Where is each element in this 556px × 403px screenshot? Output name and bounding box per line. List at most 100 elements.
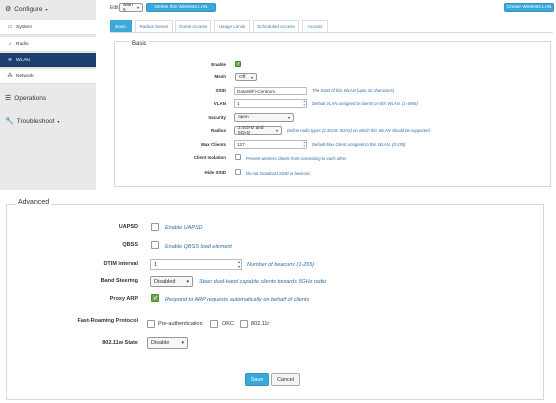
wlan-select[interactable]: wlan 5 ▾	[119, 2, 143, 13]
caret-down-icon: ▾	[57, 118, 60, 124]
dot11w-select[interactable]: Disable ▾	[147, 337, 188, 349]
proxy-arp-label: Proxy ARP	[109, 296, 138, 302]
radios-label: Radios	[210, 128, 226, 133]
max-clients-help: Default Max Client assigned to this WLAN…	[312, 142, 406, 147]
chevron-down-icon: ▾	[250, 74, 253, 80]
sidebar-item-wlan[interactable]: ≋ WLAN	[0, 53, 96, 68]
chevron-down-icon: ▾	[275, 128, 278, 133]
tab-usage-limits[interactable]: Usage Limits	[214, 20, 250, 32]
network-icon: ⁂	[7, 73, 13, 79]
dtim-help: Number of beacons (1-255)	[247, 262, 315, 268]
vlan-input[interactable]: 1 ▴ ▾	[234, 99, 307, 108]
max-clients-value: 127	[237, 142, 245, 147]
tab-access[interactable]: Access	[302, 20, 328, 32]
uapsd-help: Enable UAPSD	[165, 225, 203, 231]
enable-checkbox[interactable]	[235, 61, 241, 67]
spinner-icon[interactable]: ▴ ▾	[303, 99, 305, 107]
basic-legend: Basic	[130, 41, 149, 47]
nav-operations-label: Operations	[14, 94, 47, 102]
tab-scheduled-access[interactable]: Scheduled Access	[253, 20, 299, 32]
sidebar-item-radio[interactable]: ♪ Radio	[0, 37, 96, 52]
create-wlan-button[interactable]: Create Wireless LAN	[504, 3, 554, 12]
spinner-icon[interactable]: ▴ ▾	[303, 140, 305, 148]
mesh-label: Mesh	[214, 74, 226, 79]
dot11w-label: 802.11w State	[102, 340, 138, 346]
tab-divider	[110, 32, 553, 33]
dot11r-label: 802.11r	[251, 321, 270, 327]
caret-down-icon: ▾	[45, 6, 48, 12]
list-icon: ☰	[5, 95, 12, 102]
chevron-down-icon: ▾	[136, 5, 139, 10]
monitor-icon: ▭	[7, 24, 13, 30]
wlan-select-value: wlan 5	[123, 2, 133, 13]
okc-checkbox[interactable]	[210, 320, 218, 328]
spinner-icon[interactable]: ▴ ▾	[238, 259, 240, 269]
hide-ssid-label: Hide SSID	[204, 170, 226, 175]
sidebar-item-system[interactable]: ▭ System	[0, 20, 96, 35]
sidebar: ⚙ Configure ▾ ▭ System ♪ Radio ≋ WLAN ⁂ …	[0, 0, 96, 190]
delete-wlan-button[interactable]: Delete this Wireless LAN	[146, 3, 216, 12]
dtim-value: 1	[154, 261, 158, 268]
enable-label: Enable	[211, 62, 226, 67]
tab-basic[interactable]: Basic	[110, 20, 132, 32]
security-select[interactable]: open ▾	[234, 113, 294, 122]
pre-authentication-label: Pre-authentication	[158, 321, 203, 327]
radio-icon: ♪	[8, 41, 12, 47]
chevron-down-icon: ▾	[181, 340, 184, 346]
client-isolation-help: Prevent wireless clients from connecting…	[246, 156, 347, 161]
band-steering-help: Steer dual-band capable clients towards …	[199, 279, 327, 285]
hide-ssid-help: Do not broadcast SSID in beacons	[246, 171, 311, 176]
security-label: Security	[208, 115, 226, 120]
sidebar-item-network[interactable]: ⁂ Network	[0, 69, 96, 84]
qbss-help: Enable QBSS load element	[165, 244, 232, 250]
band-steering-value: Disabled	[154, 278, 176, 285]
dtim-label: DTIM interval	[103, 261, 138, 267]
sidebar-item-label: System	[16, 24, 32, 30]
client-isolation-checkbox[interactable]	[235, 154, 241, 160]
dot11w-value: Disable	[151, 340, 170, 346]
hide-ssid-checkbox[interactable]	[235, 169, 241, 175]
edit-label: Edit	[110, 5, 119, 11]
chevron-down-icon: ▾	[287, 115, 290, 120]
security-select-value: open	[238, 115, 249, 120]
radios-select-value: 2.4GHz and 5GHz	[238, 125, 264, 136]
fast-roaming-label: Fast-Roaming Protocol	[77, 318, 138, 324]
vlan-value: 1	[237, 101, 240, 106]
mesh-select[interactable]: Off ▾	[235, 73, 257, 81]
sidebar-item-label: Network	[16, 73, 34, 79]
sidebar-item-label: Radio	[16, 41, 29, 47]
band-steering-select[interactable]: Disabled ▾	[150, 276, 193, 287]
nav-configure-label: Configure	[14, 5, 43, 13]
vlan-help: Default VLAN assigned to clients on this…	[312, 101, 418, 106]
client-isolation-label: Client Isolation	[193, 155, 226, 160]
nav-operations[interactable]: ☰ Operations	[0, 89, 96, 107]
nav-troubleshoot[interactable]: 🔧 Troubleshoot ▾	[0, 112, 96, 130]
gear-icon: ⚙	[5, 6, 12, 13]
max-clients-label: Max Clients	[200, 142, 226, 147]
mesh-select-value: Off	[239, 74, 246, 80]
proxy-arp-help: Respond to ARP requests automatically on…	[165, 297, 310, 303]
chevron-down-icon: ▾	[186, 278, 189, 285]
uapsd-label: UAPSD	[118, 224, 138, 230]
advanced-legend: Advanced	[16, 199, 52, 206]
cancel-button[interactable]: Cancel	[271, 373, 300, 386]
nav-configure[interactable]: ⚙ Configure ▾	[0, 0, 96, 18]
ssid-input[interactable]: DataWiFi-Centrum	[234, 87, 307, 95]
ssid-label: SSID	[215, 88, 226, 93]
wifi-icon: ≋	[7, 57, 13, 63]
proxy-arp-checkbox[interactable]	[151, 294, 159, 302]
dot11r-checkbox[interactable]	[240, 320, 248, 328]
tab-radius-server[interactable]: Radius Server	[135, 20, 173, 32]
qbss-label: QBSS	[122, 242, 138, 248]
max-clients-input[interactable]: 127 ▴ ▾	[234, 140, 307, 149]
wrench-icon: 🔧	[5, 118, 14, 125]
qbss-checkbox[interactable]	[151, 241, 159, 249]
uapsd-checkbox[interactable]	[151, 223, 159, 231]
dtim-input[interactable]: 1 ▴ ▾	[150, 259, 242, 270]
pre-authentication-checkbox[interactable]	[147, 320, 155, 328]
tab-guest-access[interactable]: Guest Access	[175, 20, 211, 32]
radios-select[interactable]: 2.4GHz and 5GHz ▾	[234, 125, 282, 136]
ssid-help: The SSID of this WLAN (upto 32 character…	[312, 88, 395, 93]
save-button[interactable]: Save	[245, 373, 269, 386]
vlan-label: VLAN	[213, 101, 226, 106]
